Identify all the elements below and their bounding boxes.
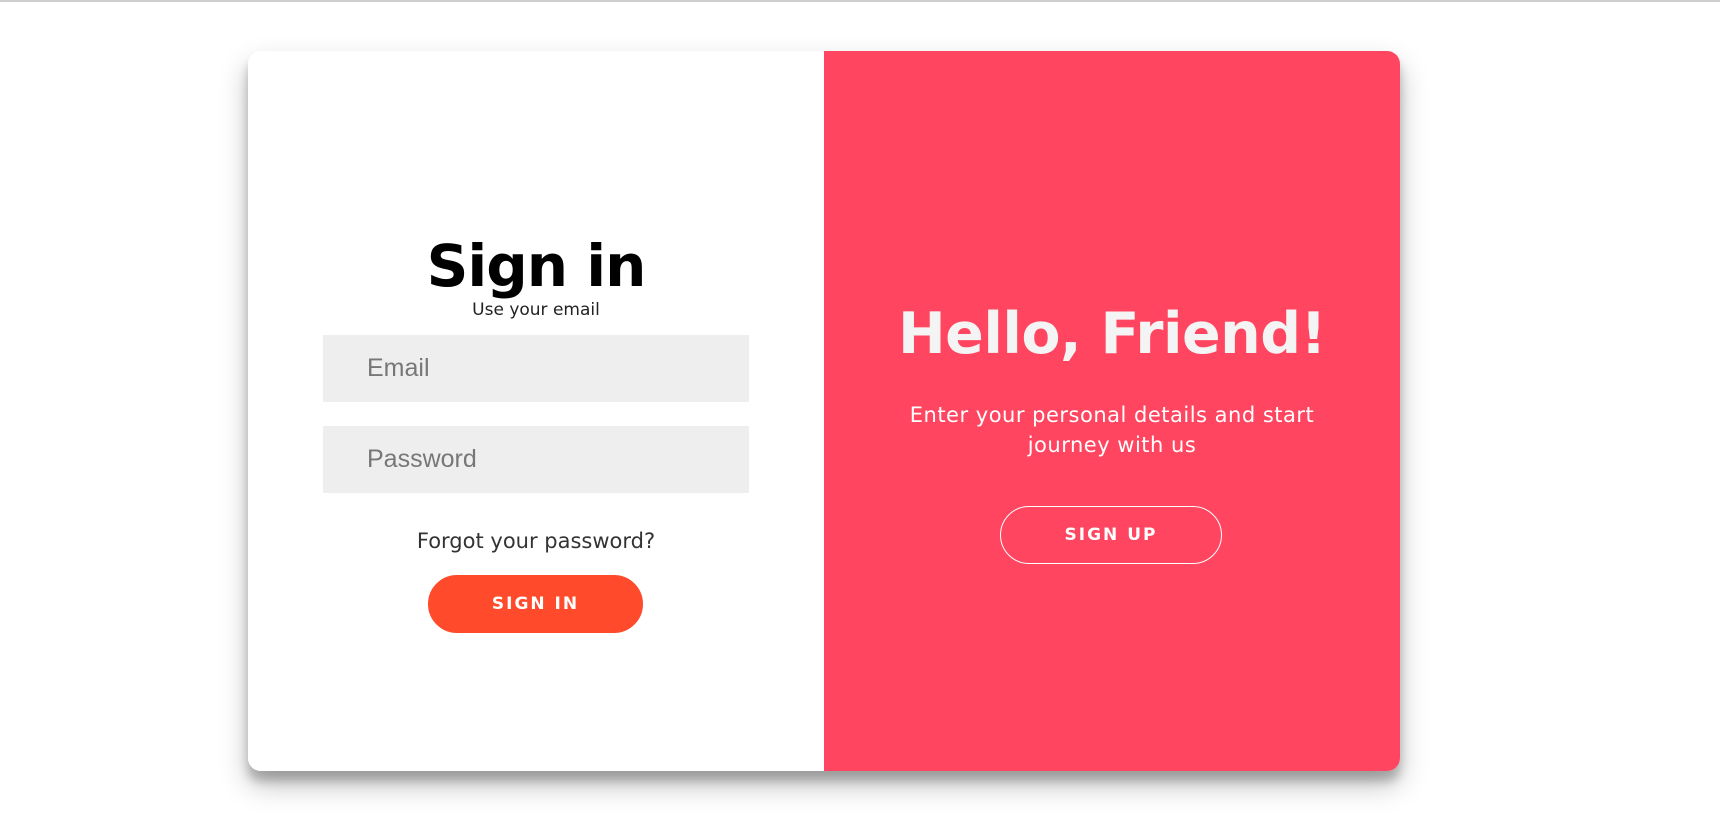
top-border	[0, 0, 1720, 2]
sign-in-button[interactable]: SIGN IN	[428, 575, 643, 633]
signin-subtitle: Use your email	[472, 300, 600, 320]
auth-card: Sign in Use your email Forgot your passw…	[248, 51, 1400, 771]
signin-title: Sign in	[426, 232, 647, 300]
signin-panel: Sign in Use your email Forgot your passw…	[248, 51, 824, 771]
overlay-heading: Hello, Friend!	[897, 301, 1327, 367]
overlay-description: Enter your personal details and start jo…	[909, 403, 1315, 457]
sign-up-button[interactable]: SIGN UP	[1000, 506, 1222, 564]
email-input[interactable]	[323, 335, 749, 402]
password-input[interactable]	[323, 426, 749, 493]
forgot-password-link[interactable]: Forgot your password?	[248, 527, 824, 555]
signup-overlay-panel: Hello, Friend! Enter your personal detai…	[824, 51, 1400, 771]
